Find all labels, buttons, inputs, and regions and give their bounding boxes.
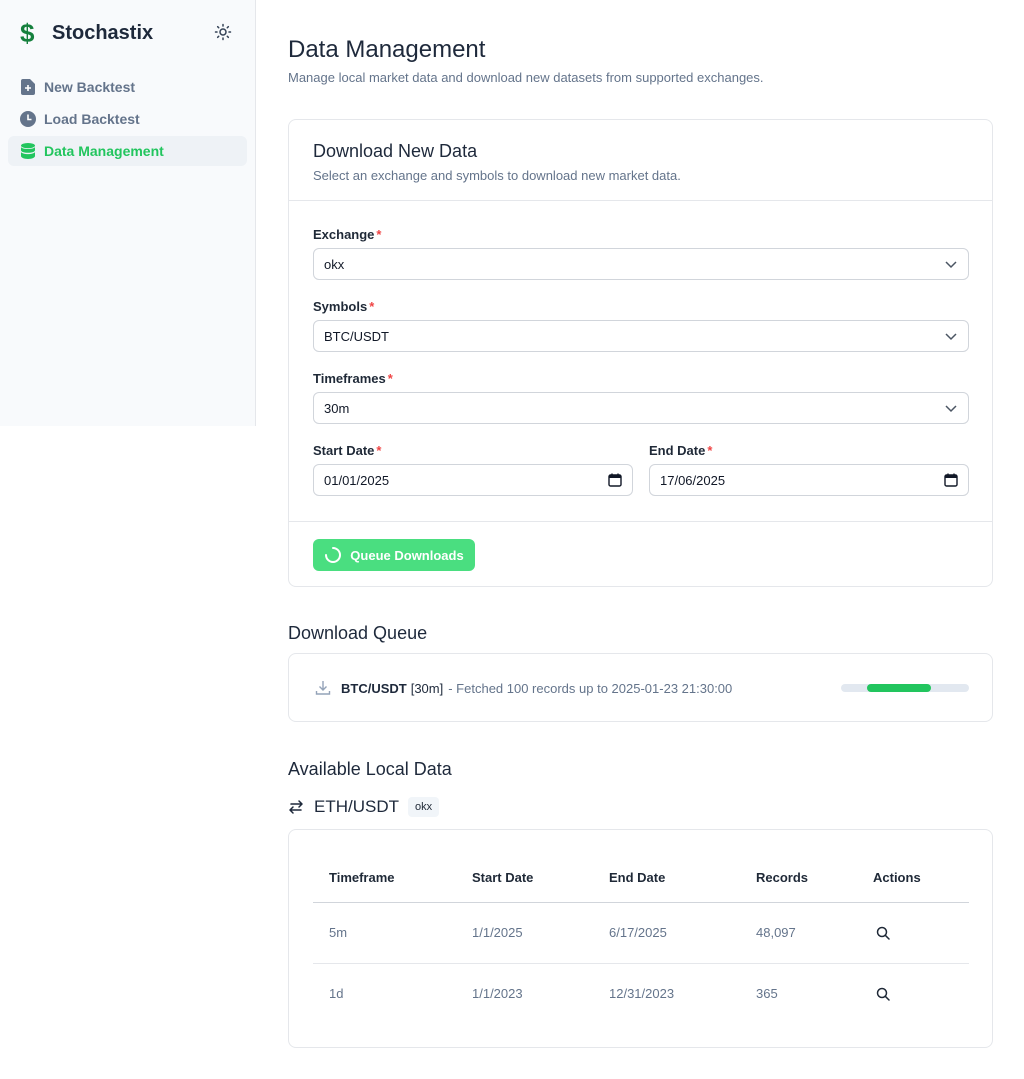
sidebar-nav: New Backtest Load Backtest Data Manageme… bbox=[8, 72, 247, 168]
cell-end-date: 6/17/2025 bbox=[593, 902, 740, 964]
dollar-logo-icon: $ bbox=[20, 18, 35, 48]
required-mark: * bbox=[376, 443, 382, 458]
sun-icon bbox=[214, 23, 232, 41]
cell-records: 365 bbox=[756, 986, 778, 1002]
sidebar: $ Stochastix New Backtest Load Backtest bbox=[0, 0, 256, 426]
end-date-input[interactable]: 17/06/2025 bbox=[649, 464, 969, 496]
symbols-field: Symbols * BTC/USDT bbox=[313, 299, 969, 352]
local-data-title: Available Local Data bbox=[288, 759, 452, 779]
theme-toggle-button[interactable] bbox=[212, 21, 234, 43]
cell-start-date: 1/1/2025 bbox=[456, 902, 593, 964]
pair-header: ETH/USDT okx bbox=[288, 797, 440, 817]
spinner-icon bbox=[325, 547, 342, 563]
column-header: Records bbox=[740, 854, 857, 903]
search-icon bbox=[876, 987, 890, 1001]
required-mark: * bbox=[369, 299, 375, 314]
chevron-down-icon bbox=[945, 261, 957, 269]
download-card-footer: Queue Downloads bbox=[289, 521, 992, 587]
cell-timeframe: 1d bbox=[329, 986, 344, 1002]
column-header: Start Date bbox=[456, 854, 593, 903]
download-queue-title: Download Queue bbox=[288, 623, 428, 643]
search-icon bbox=[876, 926, 890, 940]
chevron-down-icon bbox=[945, 333, 957, 341]
sidebar-item-load-backtest[interactable]: Load Backtest bbox=[8, 104, 247, 134]
timeframes-select[interactable]: 30m bbox=[313, 392, 969, 424]
table-row: 5m 1/1/2025 6/17/2025 48,097 bbox=[313, 902, 969, 964]
download-card-header: Download New Data Select an exchange and… bbox=[289, 120, 992, 201]
column-header: End Date bbox=[593, 854, 740, 903]
file-plus-icon bbox=[20, 79, 36, 95]
symbols-select[interactable]: BTC/USDT bbox=[313, 320, 969, 352]
exchange-field: Exchange * okx bbox=[313, 227, 969, 280]
table-row: 1d 1/1/2023 12/31/2023 365 bbox=[313, 963, 969, 1024]
symbols-value: BTC/USDT bbox=[324, 328, 389, 344]
queue-item-status: - Fetched 100 records up to 2025-01-23 2… bbox=[448, 680, 733, 696]
queue-item-symbol: BTC/USDT bbox=[341, 680, 407, 696]
symbols-label: Symbols * bbox=[313, 299, 375, 314]
local-data-table: Timeframe Start Date End Date Records Ac… bbox=[313, 854, 969, 1024]
download-queue-card: BTC/USDT [30m] - Fetched 100 records up … bbox=[288, 653, 993, 722]
column-header: Timeframe bbox=[313, 854, 456, 903]
app-name: Stochastix bbox=[52, 21, 154, 44]
required-mark: * bbox=[376, 227, 382, 242]
cell-actions bbox=[857, 963, 969, 1024]
required-mark: * bbox=[707, 443, 713, 458]
queue-item-progress bbox=[841, 684, 969, 692]
start-date-field: Start Date * 01/01/2025 bbox=[313, 443, 633, 496]
calendar-icon[interactable] bbox=[944, 473, 958, 487]
queue-downloads-label: Queue Downloads bbox=[350, 547, 464, 563]
swap-arrows-icon bbox=[289, 800, 303, 814]
download-card: Download New Data Select an exchange and… bbox=[288, 119, 993, 587]
download-card-title: Download New Data bbox=[313, 141, 478, 161]
sidebar-item-new-backtest[interactable]: New Backtest bbox=[8, 72, 247, 102]
timeframes-value: 30m bbox=[324, 400, 350, 416]
download-icon bbox=[315, 681, 331, 695]
main-content: Data Management Manage local market data… bbox=[288, 36, 993, 1048]
exchange-select[interactable]: okx bbox=[313, 248, 969, 280]
cell-records: 48,097 bbox=[740, 902, 857, 964]
database-icon bbox=[20, 143, 36, 159]
page-subtitle: Manage local market data and download ne… bbox=[288, 70, 764, 85]
queue-item-progress-fill bbox=[866, 684, 931, 692]
sidebar-item-label: Data Management bbox=[44, 143, 164, 159]
end-date-field: End Date * 17/06/2025 bbox=[649, 443, 969, 496]
inspect-button[interactable] bbox=[873, 984, 893, 1004]
sidebar-item-label: New Backtest bbox=[44, 79, 136, 95]
start-date-input[interactable]: 01/01/2025 bbox=[313, 464, 633, 496]
cell-actions bbox=[857, 902, 969, 964]
start-date-value: 01/01/2025 bbox=[324, 472, 390, 488]
download-form: Exchange * okx Symbols * BTC/USDT Timefram… bbox=[289, 201, 992, 521]
queue-downloads-button[interactable]: Queue Downloads bbox=[313, 539, 475, 571]
cell-timeframe: 5m bbox=[313, 902, 456, 964]
exchange-label: Exchange * bbox=[313, 227, 382, 242]
download-card-subtitle: Select an exchange and symbols to downlo… bbox=[313, 168, 681, 183]
inspect-button[interactable] bbox=[873, 923, 893, 943]
cell-end-date: 12/31/2023 bbox=[609, 986, 675, 1002]
page-title: Data Management bbox=[288, 36, 486, 63]
local-data-card: Timeframe Start Date End Date Records Ac… bbox=[288, 829, 993, 1048]
sidebar-item-label: Load Backtest bbox=[44, 111, 140, 127]
exchange-value: okx bbox=[324, 256, 345, 272]
exchange-badge: okx bbox=[408, 797, 440, 817]
calendar-icon[interactable] bbox=[608, 473, 622, 487]
start-date-label: Start Date * bbox=[313, 443, 382, 458]
clock-icon bbox=[20, 111, 36, 127]
chevron-down-icon bbox=[945, 405, 957, 413]
pair-name: ETH/USDT bbox=[314, 797, 399, 816]
end-date-label: End Date * bbox=[649, 443, 713, 458]
timeframes-field: Timeframes * 30m bbox=[313, 371, 969, 424]
queue-item-timeframe: [30m] bbox=[410, 680, 444, 696]
queue-item: BTC/USDT [30m] - Fetched 100 records up … bbox=[315, 680, 732, 696]
sidebar-item-data-management[interactable]: Data Management bbox=[8, 136, 247, 166]
cell-start-date: 1/1/2023 bbox=[472, 986, 523, 1002]
table-header-row: Timeframe Start Date End Date Records Ac… bbox=[313, 854, 969, 903]
column-header: Actions bbox=[857, 854, 969, 903]
timeframes-label: Timeframes * bbox=[313, 371, 393, 386]
required-mark: * bbox=[387, 371, 393, 386]
end-date-value: 17/06/2025 bbox=[660, 472, 726, 488]
brand[interactable]: $ Stochastix bbox=[20, 20, 153, 46]
